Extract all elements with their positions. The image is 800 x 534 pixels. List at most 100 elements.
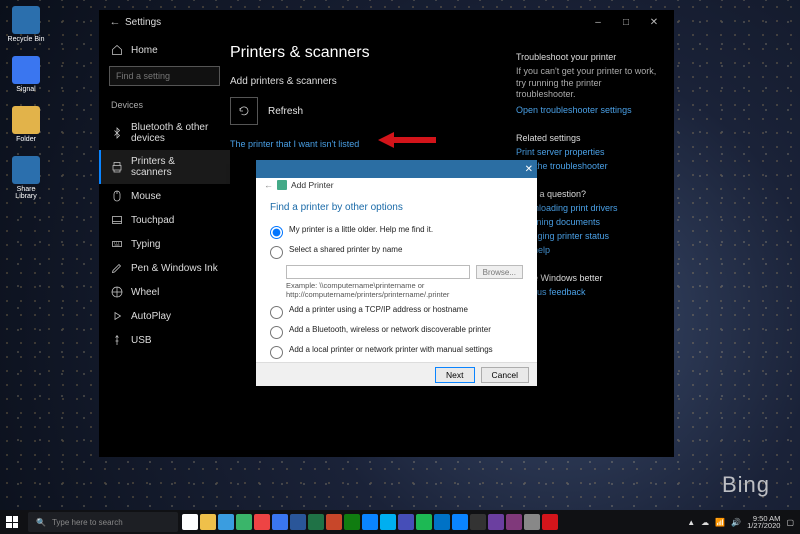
taskbar-icon-whiteboard[interactable] — [488, 514, 504, 530]
taskbar-icon-file-explorer[interactable] — [200, 514, 216, 530]
taskbar-icon-spotify[interactable] — [416, 514, 432, 530]
feedback-link[interactable]: Give us feedback — [516, 287, 658, 297]
dialog-title: Find a printer by other options — [270, 202, 523, 213]
taskbar-icon-cortana[interactable] — [362, 514, 378, 530]
taskbar-icon-excel[interactable] — [308, 514, 324, 530]
sidebar-item-label: Wheel — [131, 287, 159, 298]
option-bluetooth[interactable]: Add a Bluetooth, wireless or network dis… — [270, 325, 523, 339]
desktop-icon-label: Folder — [16, 136, 36, 143]
minimize-button[interactable]: – — [584, 17, 612, 28]
clock[interactable]: 9:50 AM1/27/2020 — [747, 515, 780, 530]
pen-icon — [111, 262, 123, 274]
onedrive-icon[interactable]: ☁ — [701, 518, 709, 527]
window-title: Settings — [125, 17, 584, 28]
sidebar-home-label: Home — [131, 45, 158, 56]
taskbar-icon-outlook[interactable] — [434, 514, 450, 530]
taskbar-icon-store[interactable] — [218, 514, 234, 530]
close-button[interactable]: ✕ — [640, 17, 668, 28]
cancel-button[interactable]: Cancel — [481, 367, 529, 383]
shared-printer-input[interactable] — [286, 265, 470, 279]
option-tcpip[interactable]: Add a printer using a TCP/IP address or … — [270, 305, 523, 319]
dialog-back-icon[interactable]: ← — [264, 180, 273, 190]
wheel-icon — [111, 286, 123, 298]
system-tray[interactable]: ▲ ☁ 📶 🔊 9:50 AM1/27/2020 ▢ — [681, 515, 800, 530]
printer-not-listed-link[interactable]: The printer that I want isn't listed — [230, 139, 508, 149]
wifi-icon[interactable]: 📶 — [715, 518, 725, 527]
maximize-button[interactable]: □ — [612, 17, 640, 28]
dialog-breadcrumb-label: Add Printer — [291, 180, 334, 190]
taskbar-icon-word[interactable] — [290, 514, 306, 530]
usb-icon — [111, 334, 123, 346]
sidebar-item-touchpad[interactable]: Touchpad — [99, 208, 230, 232]
sidebar-item-label: Typing — [131, 239, 160, 250]
better-heading: Make Windows better — [516, 273, 658, 283]
volume-icon[interactable]: 🔊 — [731, 518, 741, 527]
browse-button[interactable]: Browse... — [476, 265, 523, 279]
taskbar-icon-terminal[interactable] — [470, 514, 486, 530]
help-link[interactable]: Downloading print drivers — [516, 203, 658, 213]
sidebar-item-wheel[interactable]: Wheel — [99, 280, 230, 304]
print-server-link[interactable]: Print server properties — [516, 147, 658, 157]
taskbar-icon-teams[interactable] — [398, 514, 414, 530]
start-button[interactable] — [0, 510, 24, 534]
add-printer-dialog: ✕ ← Add Printer Find a printer by other … — [256, 160, 537, 386]
sidebar-item-label: Printers & scanners — [131, 156, 218, 178]
desktop-icon-folder[interactable]: Folder — [6, 106, 46, 143]
sidebar-item-pen[interactable]: Pen & Windows Ink — [99, 256, 230, 280]
dialog-breadcrumb: ← Add Printer — [256, 178, 537, 190]
dialog-close-button[interactable]: ✕ — [525, 164, 533, 175]
taskbar-icon-snip[interactable] — [542, 514, 558, 530]
sidebar-item-label: Touchpad — [131, 215, 174, 226]
refresh-row[interactable]: Refresh — [230, 97, 508, 125]
option-label: Select a shared printer by name — [289, 245, 402, 254]
option-label: Add a local printer or network printer w… — [289, 345, 493, 354]
taskbar-icon-powerpoint[interactable] — [326, 514, 342, 530]
mouse-icon — [111, 190, 123, 202]
open-troubleshooter-link[interactable]: Open troubleshooter settings — [516, 105, 658, 115]
option-older-printer[interactable]: My printer is a little older. Help me fi… — [270, 225, 523, 239]
help-link[interactable]: Scanning documents — [516, 217, 658, 227]
bing-watermark: Bing — [722, 472, 770, 498]
option-shared-printer[interactable]: Select a shared printer by name — [270, 245, 523, 259]
printer-icon — [111, 161, 123, 173]
taskbar-search[interactable]: 🔍 Type here to search — [28, 512, 178, 532]
help-link[interactable]: Get help — [516, 245, 658, 255]
sidebar-item-autoplay[interactable]: AutoPlay — [99, 304, 230, 328]
notifications-icon[interactable]: ▢ — [786, 518, 794, 527]
taskbar-icon-chrome[interactable] — [254, 514, 270, 530]
option-label: Add a Bluetooth, wireless or network dis… — [289, 325, 491, 334]
taskbar-icon-xbox[interactable] — [344, 514, 360, 530]
sidebar-item-typing[interactable]: Typing — [99, 232, 230, 256]
sidebar-item-printer[interactable]: Printers & scanners — [99, 150, 230, 184]
desktop-icon-signal[interactable]: Signal — [6, 56, 46, 93]
sidebar-item-label: Bluetooth & other devices — [131, 122, 218, 144]
annotation-arrow — [378, 132, 438, 148]
search-input[interactable] — [109, 66, 220, 86]
taskbar-icon-mail[interactable] — [272, 514, 288, 530]
run-troubleshooter-link[interactable]: Run the troubleshooter — [516, 161, 658, 171]
next-button[interactable]: Next — [435, 367, 474, 383]
desktop-icon-label: Signal — [16, 86, 35, 93]
tray-chevron-icon[interactable]: ▲ — [687, 518, 695, 527]
sidebar-item-bluetooth[interactable]: Bluetooth & other devices — [99, 116, 230, 150]
taskbar-icon-onenote[interactable] — [506, 514, 522, 530]
refresh-label: Refresh — [268, 106, 303, 117]
desktop-icon-share[interactable]: Share Library — [6, 156, 46, 200]
help-link[interactable]: Changing printer status — [516, 231, 658, 241]
sidebar-item-mouse[interactable]: Mouse — [99, 184, 230, 208]
sidebar-item-label: Pen & Windows Ink — [131, 263, 218, 274]
sidebar-home[interactable]: Home — [99, 38, 230, 62]
sidebar-item-usb[interactable]: USB — [99, 328, 230, 352]
back-button[interactable]: ← — [105, 16, 125, 28]
subsection-title: Add printers & scanners — [230, 76, 508, 87]
taskbar-icon-settings[interactable] — [524, 514, 540, 530]
taskbar-icon-task-view[interactable] — [182, 514, 198, 530]
search-icon: 🔍 — [36, 518, 46, 527]
desktop-icon-recyclebin[interactable]: Recycle Bin — [6, 6, 46, 43]
taskbar-icon-onedrive[interactable] — [452, 514, 468, 530]
option-local-manual[interactable]: Add a local printer or network printer w… — [270, 345, 523, 359]
related-heading: Related settings — [516, 133, 658, 143]
refresh-icon — [238, 105, 250, 117]
taskbar-icon-skype[interactable] — [380, 514, 396, 530]
taskbar-icon-edge[interactable] — [236, 514, 252, 530]
